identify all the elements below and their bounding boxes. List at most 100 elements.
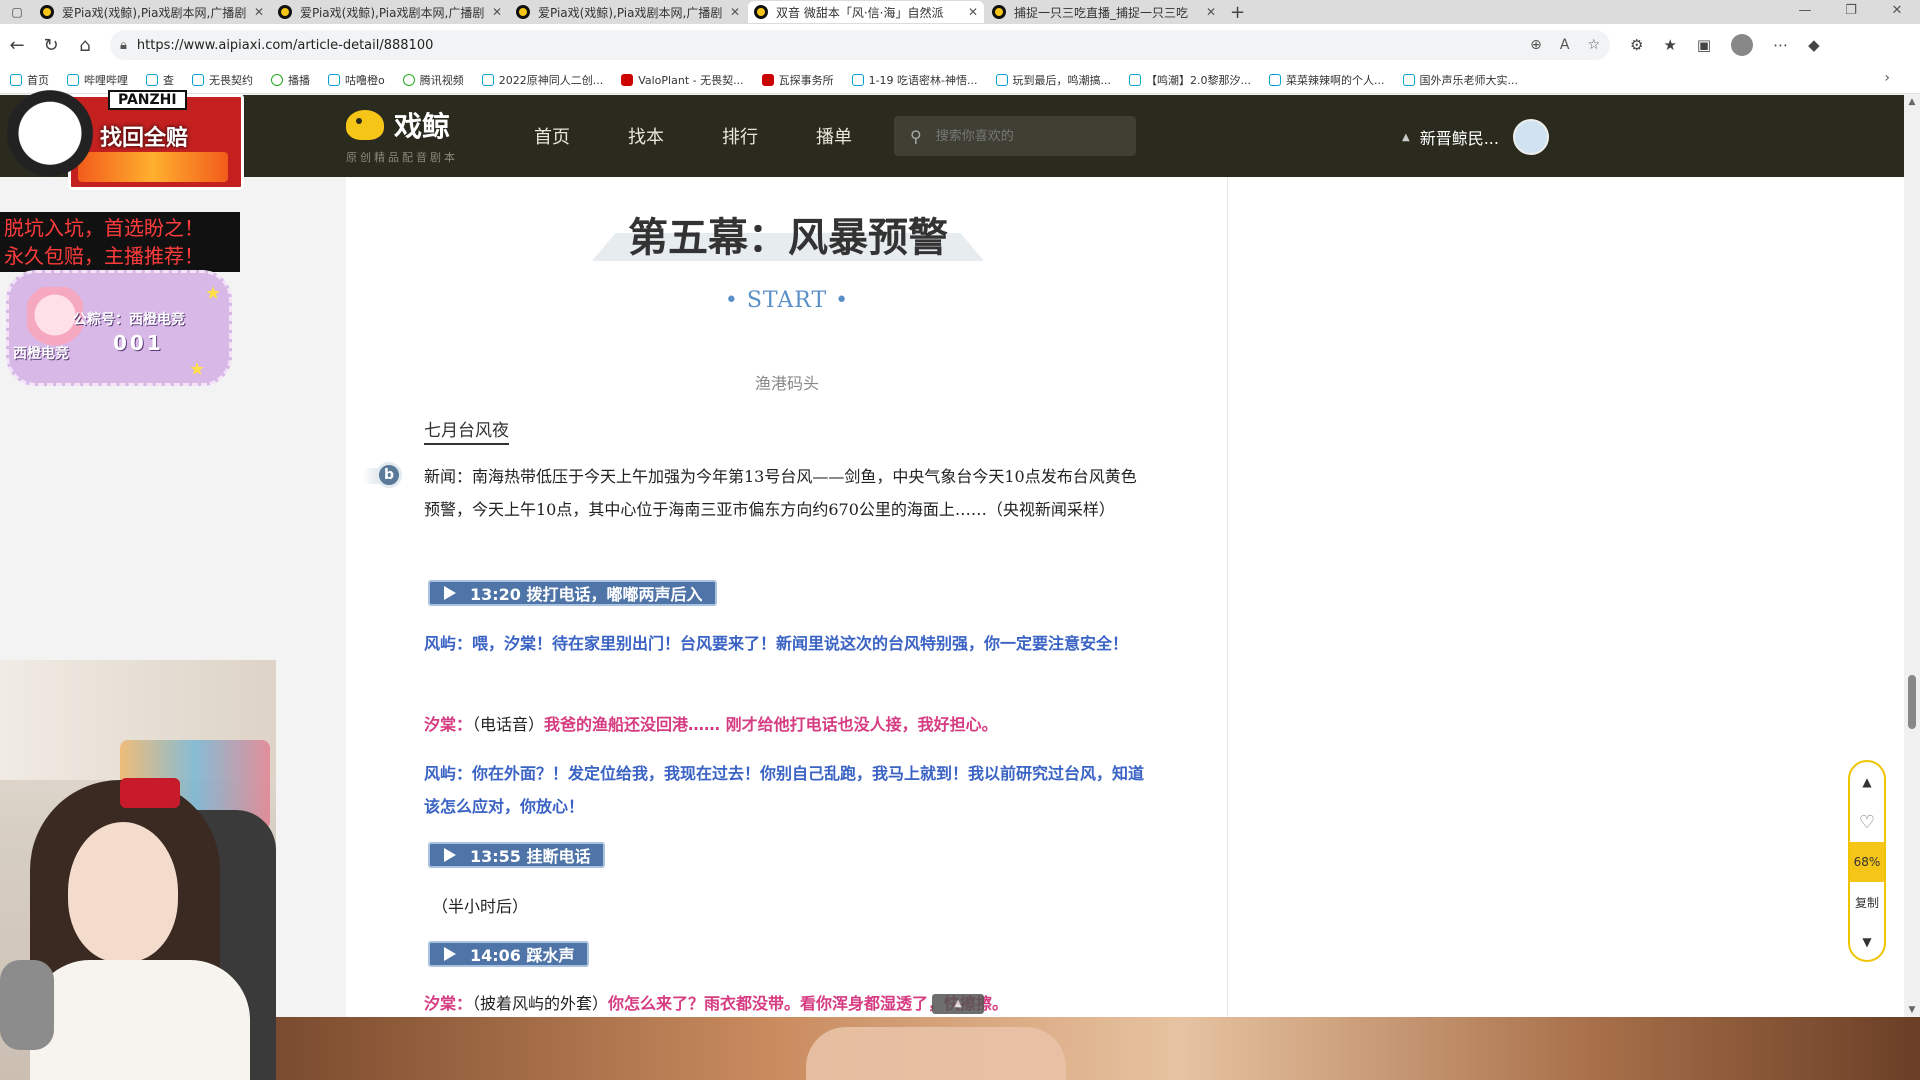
user-name: 新晋鲸民... [1419,129,1499,148]
bookmark-item[interactable]: 瓦探事务所 [761,72,834,88]
collections-icon[interactable]: ▣ [1697,36,1711,54]
browser-tab-2[interactable]: 爱Pia戏(戏鲸),Pia戏剧本网,广播剧 ✕ [272,1,508,23]
sound-cue-button[interactable]: 13:20 拨打电话，嘟嘟两声后入 [428,580,717,606]
sponsor-line-2: 永久包赔，主播推荐！ [4,244,204,268]
nav-playlist[interactable]: 播单 [816,123,852,149]
tab-title: 爱Pia戏(戏鲸),Pia戏剧本网,广播剧 [62,5,247,20]
sound-cue-button[interactable]: 14:06 踩水声 [428,941,589,967]
speaker-name: 风屿： [424,764,473,783]
like-heart-icon[interactable]: ♡ [1850,802,1884,842]
bookmark-item[interactable]: 腾讯视频 [402,72,464,88]
logo-tagline: 原创精品配音剧本 [346,151,458,164]
window-controls: — ❐ ✕ [1782,0,1920,24]
copy-button[interactable]: 复制 [1850,882,1884,922]
dialogue-line: 汐棠：（电话音）我爸的渔船还没回港…… 刚才给他打电话也没人接，我好担心。 [424,708,1154,741]
scroll-bottom-button[interactable]: ▼ [1850,922,1884,960]
bookmark-item[interactable]: 玩到最后，鸣潮搞... [995,72,1111,88]
extensions-icon[interactable]: ⚙ [1630,36,1643,54]
nav-home[interactable]: 首页 [534,123,570,149]
bookmark-item[interactable]: ValoPlant - 无畏契... [621,72,744,88]
bookmark-item[interactable]: 无畏契约 [192,72,253,88]
close-icon[interactable]: ✕ [254,5,264,19]
tab-title: 爱Pia戏(戏鲸),Pia戏剧本网,广播剧 [300,5,485,20]
avatar[interactable] [1512,119,1549,155]
refresh-icon[interactable]: ↻ [34,35,68,56]
site-search: ⚲ [894,116,1136,156]
favorite-star-icon[interactable]: ☆ [1587,37,1600,53]
browser-tab-1[interactable]: 爱Pia戏(戏鲸),Pia戏剧本网,广播剧 ✕ [34,1,270,23]
bookmark-item[interactable]: 播播 [271,72,310,88]
sponsor-line-1: 脱坑入坑，首选盼之！ [4,216,204,240]
bookmark-icon [10,73,22,86]
copilot-icon[interactable]: ◆ [1808,36,1820,54]
lock-icon[interactable]: 🔒︎ [120,38,127,53]
scroll-top-button[interactable]: ▲ [1850,762,1884,802]
chevron-right-icon[interactable]: › [1884,70,1890,86]
new-tab-icon[interactable]: + [1230,2,1245,23]
scroll-down-icon[interactable]: ▼ [1904,1005,1920,1015]
close-icon[interactable]: ✕ [968,5,978,19]
bookmark-item[interactable]: 1-19 吃语密林-神悟... [851,72,978,88]
stage-direction: （电话音） [472,715,545,734]
bookmark-item[interactable]: 咕噜橙o [328,72,385,88]
close-icon[interactable]: ✕ [1206,5,1216,19]
bookmark-item[interactable]: 菜菜辣辣啊的个人... [1269,72,1385,88]
sponsor-overlay: PANZHI 找回全赔 [0,90,244,200]
window-menu-icon[interactable]: ▢ [0,5,34,19]
bookmark-item[interactable]: 国外声乐老师大实... [1402,72,1518,88]
tab-bar: ▢ 爱Pia戏(戏鲸),Pia戏剧本网,广播剧 ✕ 爱Pia戏(戏鲸),Pia戏… [0,0,1920,24]
close-window-icon[interactable]: ✕ [1874,0,1920,24]
nav-ranking[interactable]: 排行 [722,123,758,149]
sponsor-name: PANZHI [108,90,187,110]
valoplant-icon [621,73,634,86]
more-menu-icon[interactable]: ⋯ [1773,36,1788,54]
play-icon [444,947,456,961]
zoom-icon[interactable]: ⊕ [1530,37,1542,53]
read-aloud-icon[interactable]: A [1560,37,1570,53]
badge-number: 001 [113,331,164,355]
page-scrollbar[interactable]: ▲ ▼ [1904,95,1920,1017]
site-favicon-icon [992,5,1006,19]
stage-note: （半小时后） [432,897,529,916]
news-narration: 新闻：南海热带低压于今天上午加强为今年第13号台风——剑鱼，中央气象台今天10点… [424,467,1137,519]
site-logo[interactable]: 戏鲸 [346,105,450,145]
favorites-icon[interactable]: ★ [1663,36,1676,54]
site-favicon-icon [278,5,292,19]
badge-account: 公粽号：西橙电竞 [73,312,185,328]
bookmark-icon [761,73,774,86]
sound-cue-button[interactable]: 13:55 挂断电话 [428,842,605,868]
browser-toolbar: ⚙ ★ ▣ ⋯ ◆ [1630,34,1820,56]
search-input[interactable] [935,128,1106,144]
back-icon[interactable]: ← [0,35,34,56]
tab-title: 捕捉一只三吃直播_捕捉一只三吃 [1014,5,1189,20]
caret-up-icon: ▲ [1402,131,1410,143]
bookmark-item[interactable]: 查 [146,72,174,88]
bookmark-item[interactable]: 【鸣潮】2.0黎那汐... [1129,72,1251,88]
bookmark-item[interactable]: 哔哩哔哩 [67,72,128,88]
star-icon: ★ [205,283,222,304]
browser-tab-5[interactable]: 捕捉一只三吃直播_捕捉一只三吃 ✕ [986,1,1222,23]
bookmark-item[interactable]: 2022原神同人二创... [481,72,603,88]
restore-icon[interactable]: ❐ [1828,0,1874,24]
browser-tab-3[interactable]: 爱Pia戏(戏鲸),Pia戏剧本网,广播剧 ✕ [510,1,746,23]
scene-time: 七月台风夜 [424,416,509,445]
scroll-up-icon[interactable]: ▲ [1904,97,1920,107]
close-icon[interactable]: ✕ [492,5,502,19]
cue-label: 13:20 拨打电话，嘟嘟两声后入 [470,585,703,604]
bookmark-item[interactable]: 首页 [10,72,49,88]
close-icon[interactable]: ✕ [730,5,740,19]
speaker-name: 汐棠： [424,994,473,1013]
browser-tab-4[interactable]: 双音 微甜本「风·信·海」自然派 ✕ [748,1,984,23]
minimize-icon[interactable]: — [1782,0,1828,24]
bilibili-icon [481,73,494,86]
url-field[interactable]: 🔒︎ https://www.aipiaxi.com/article-detai… [110,30,1610,60]
profile-avatar[interactable] [1731,34,1754,56]
nav-find-script[interactable]: 找本 [628,123,664,149]
audio-disc-icon[interactable]: b [362,462,402,490]
streamer-webcam [0,660,276,1080]
user-menu[interactable]: ▲ 新晋鲸民... [1402,119,1549,155]
scroll-thumb[interactable] [1908,675,1916,729]
home-icon[interactable]: ⌂ [68,35,102,56]
search-icon[interactable]: ⚲ [910,127,922,146]
site-favicon-icon [754,5,768,19]
